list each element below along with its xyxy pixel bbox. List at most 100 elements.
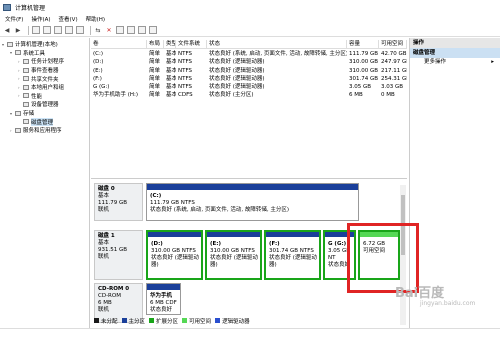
partition-f[interactable]: (F:) 301.74 GB NTFS 状态良好 (逻辑驱动器) bbox=[264, 230, 321, 280]
table-row[interactable]: (C:) 简单 基本 NTFS 状态良好 (系统, 启动, 页面文件, 活动, 故障转储… bbox=[91, 50, 407, 58]
list-view-icon[interactable] bbox=[149, 26, 157, 34]
table-cell: (C:) bbox=[93, 51, 103, 57]
partition-h[interactable]: 华为手机 6 MB CDF 状态良好 bbox=[146, 283, 181, 315]
partition-c-status: 状态良好 (系统, 启动, 页面文件, 活动, 故障转储, 主分区) bbox=[150, 207, 290, 213]
table-cell: 状态良好 (主分区) bbox=[209, 92, 254, 99]
table-cell: 42.70 GB bbox=[381, 51, 407, 57]
column-type[interactable]: 类型 bbox=[164, 40, 176, 48]
delete-icon[interactable]: ✕ bbox=[105, 26, 113, 34]
tree-item[interactable]: ▾ 系统工具 bbox=[0, 49, 89, 58]
tree-node-icon bbox=[23, 119, 29, 125]
toolbar-separator bbox=[28, 25, 29, 35]
column-layout[interactable]: 布局 bbox=[147, 40, 164, 48]
logical-drive-bar bbox=[148, 232, 201, 237]
disk-0[interactable]: 磁盘 0 基本 111.79 GB 联机 (C:) 111.79 GB NTFS… bbox=[94, 183, 401, 221]
legend: 未分配 主分区 扩展分区 可用空间 逻辑驱动器 bbox=[91, 316, 407, 325]
table-row[interactable]: (D:) 简单 基本 NTFS 状态良好 (逻辑驱动器) 310.00 GB 247.97 … bbox=[91, 58, 407, 66]
table-cell: 简单 bbox=[149, 75, 161, 82]
menu-bar: 文件(F) 操作(A) 查看(V) 帮助(H) bbox=[0, 14, 500, 24]
tree-node-icon bbox=[23, 93, 29, 99]
check-icon[interactable] bbox=[116, 26, 124, 34]
tree-item[interactable]: › 事件查看器 bbox=[0, 66, 89, 75]
legend-label: 逻辑驱动器 bbox=[222, 318, 250, 325]
column-capacity[interactable]: 容量 bbox=[347, 40, 379, 48]
show-hide-tree-icon[interactable] bbox=[43, 26, 51, 34]
table-row[interactable]: (F:) 简单 基本 NTFS 状态良好 (逻辑驱动器) 301.74 GB 254.31 … bbox=[91, 75, 407, 83]
table-cell: 基本 bbox=[166, 51, 176, 57]
menu-file[interactable]: 文件(F) bbox=[5, 15, 23, 23]
partition-e[interactable]: (E:) 310.00 GB NTFS 状态良好 (逻辑驱动器) bbox=[205, 230, 262, 280]
back-icon[interactable]: ◀ bbox=[3, 26, 11, 34]
tree-node-icon bbox=[7, 41, 13, 47]
table-cell: 状态良好 (系统, 启动, 页面文件, 活动, 故障转储, 主分区) bbox=[209, 51, 347, 57]
column-status[interactable]: 状态 bbox=[207, 40, 347, 48]
up-folder-icon[interactable] bbox=[32, 26, 40, 34]
table-cell: 简单 bbox=[149, 84, 161, 91]
watermark-url: jingyan.baidu.com bbox=[420, 300, 476, 307]
logical-drive-bar bbox=[207, 232, 260, 237]
table-cell: 6 MB bbox=[349, 92, 363, 99]
connect-icon[interactable]: ⇆ bbox=[94, 26, 102, 34]
tree-item[interactable]: 设备管理器 bbox=[0, 100, 89, 109]
tree-item-label: 存储 bbox=[23, 111, 35, 118]
legend-label: 可用空间 bbox=[189, 318, 212, 325]
tree-item[interactable]: ▾ 存储 bbox=[0, 109, 89, 118]
tree-item[interactable]: › 性能 bbox=[0, 92, 89, 101]
menu-help[interactable]: 帮助(H) bbox=[86, 15, 105, 23]
tree-item-label: 性能 bbox=[31, 93, 43, 100]
toolbar-separator bbox=[90, 25, 91, 35]
table-cell: G (G:) bbox=[93, 84, 110, 91]
export-icon[interactable] bbox=[127, 26, 135, 34]
tree-item[interactable]: › 服务和应用程序 bbox=[0, 126, 89, 135]
tree-item[interactable]: › 共享文件夹 bbox=[0, 74, 89, 83]
table-row[interactable]: (E:) 简单 基本 NTFS 状态良好 (逻辑驱动器) 310.00 GB 217.11 … bbox=[91, 67, 407, 75]
properties-icon[interactable] bbox=[54, 26, 62, 34]
legend-label: 扩展分区 bbox=[156, 318, 179, 325]
disk-0-name: 磁盘 0 bbox=[98, 186, 115, 192]
tree-item[interactable]: 磁盘管理 bbox=[0, 117, 89, 126]
table-cell: 基本 bbox=[166, 59, 176, 66]
tree-item-label: 事件查看器 bbox=[31, 68, 59, 75]
table-cell: 状态良好 (逻辑驱动器) bbox=[209, 67, 265, 74]
tree-node-icon bbox=[23, 84, 29, 90]
table-cell: 3.05 GB bbox=[349, 84, 372, 91]
partition-d[interactable]: (D:) 310.00 GB NTFS 状态良好 (逻辑驱动器) bbox=[146, 230, 203, 280]
partition-d-detail: 310.00 GB NTFS bbox=[151, 248, 196, 254]
navigation-tree: ▾ 计算机管理(本地) ▾ 系统工具 › 任务计划程序 › 事件查看器 › 共享文件夹 › 本地用户和… bbox=[0, 38, 90, 328]
search-icon[interactable] bbox=[138, 26, 146, 34]
column-volume[interactable]: 卷 bbox=[91, 40, 147, 48]
tree-node-icon bbox=[15, 50, 21, 56]
tree-item-label: 计算机管理(本地) bbox=[15, 42, 58, 49]
table-cell: (D:) bbox=[93, 59, 104, 66]
tree-item-label: 本地用户和组 bbox=[31, 85, 65, 92]
disk-0-size: 111.79 GB bbox=[98, 200, 128, 206]
tree-node-icon bbox=[15, 127, 21, 133]
menu-view[interactable]: 查看(V) bbox=[59, 15, 78, 23]
partition-e-detail: 310.00 GB NTFS bbox=[210, 248, 255, 254]
table-cell: 简单 bbox=[149, 59, 161, 66]
table-cell: 254.31 GB bbox=[381, 75, 407, 82]
legend-label: 未分配 bbox=[101, 318, 118, 325]
partition-h-detail: 6 MB CDF bbox=[150, 300, 177, 306]
legend-label: 主分区 bbox=[128, 318, 146, 325]
table-row[interactable]: G (G:) 简单 基本 NTFS 状态良好 (逻辑驱动器) 3.05 GB 3.03 GB bbox=[91, 83, 407, 91]
tree-item[interactable]: › 本地用户和组 bbox=[0, 83, 89, 92]
help-icon[interactable] bbox=[65, 26, 73, 34]
tree-item[interactable]: ▾ 计算机管理(本地) bbox=[0, 40, 89, 49]
column-filesystem[interactable]: 文件系统 bbox=[176, 40, 207, 48]
column-free-space[interactable]: 可用空间 bbox=[379, 40, 407, 48]
tree-node-icon bbox=[23, 58, 29, 64]
partition-f-status: 状态良好 (逻辑驱动器) bbox=[269, 255, 317, 268]
grid-view-icon[interactable] bbox=[76, 26, 84, 34]
tree-item[interactable]: › 任务计划程序 bbox=[0, 57, 89, 66]
forward-icon[interactable]: ▶ bbox=[14, 26, 22, 34]
partition-c[interactable]: (C:) 111.79 GB NTFS 状态良好 (系统, 启动, 页面文件, … bbox=[146, 183, 359, 221]
table-cell: (E:) bbox=[93, 67, 103, 74]
more-actions-item[interactable]: 更多操作 ▸ bbox=[410, 58, 500, 67]
table-row[interactable]: 华为手机助手 (H:) 简单 基本 CDFS 状态良好 (主分区) 6 MB 0 MB bbox=[91, 91, 407, 99]
partition-h-name: 华为手机 bbox=[150, 293, 173, 299]
window-title: 计算机管理 bbox=[15, 4, 46, 12]
primary-partition-bar bbox=[147, 184, 358, 190]
actions-section-disk-management[interactable]: 磁盘管理 bbox=[410, 48, 500, 58]
menu-action[interactable]: 操作(A) bbox=[31, 15, 50, 23]
